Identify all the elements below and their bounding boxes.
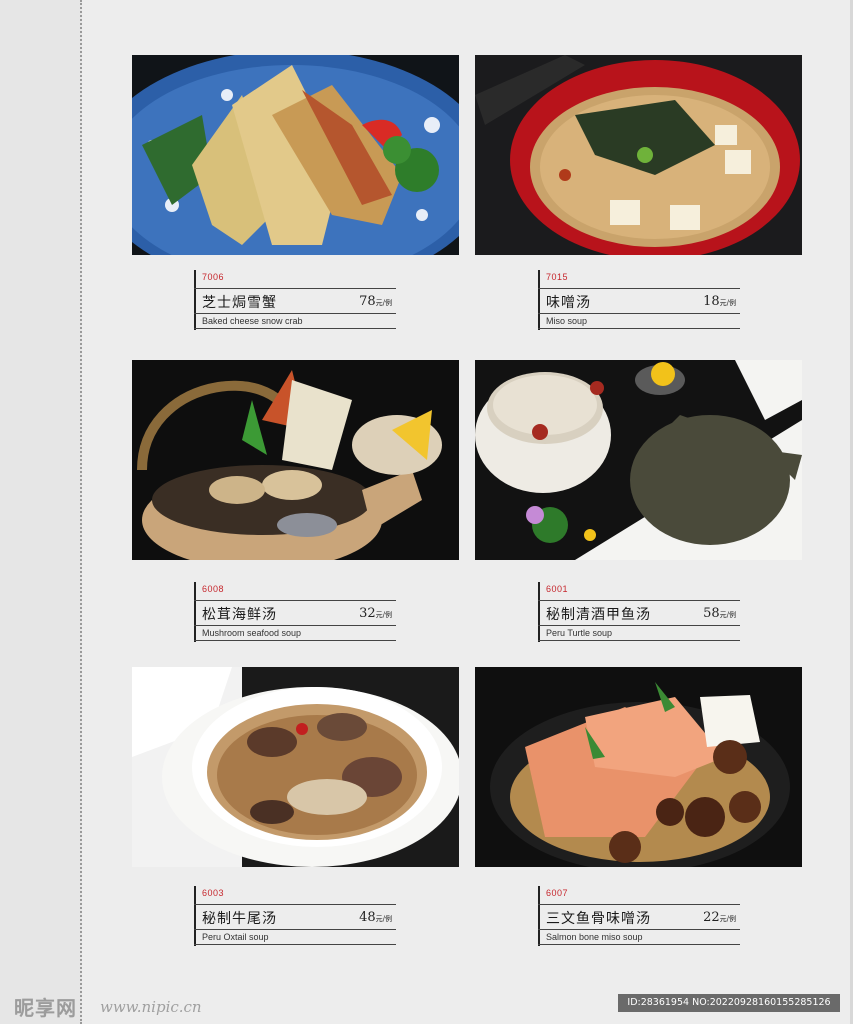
item-code: 7006 (202, 272, 225, 282)
label-miso: 7015 味噌汤 18元/例 Miso soup (538, 270, 740, 330)
item-code: 6008 (202, 584, 225, 594)
menu-item-crab (132, 55, 459, 255)
price: 32元/例 (359, 606, 392, 621)
item-code: 7015 (546, 272, 569, 282)
page-fold-dotted-line (80, 0, 82, 1024)
label-turtle: 6001 秘制清酒甲鱼汤 58元/例 Peru Turtle soup (538, 582, 740, 642)
dish-photo-crab (132, 55, 459, 255)
dish-name-en: Baked cheese snow crab (202, 316, 303, 326)
dish-photo-miso (475, 55, 802, 255)
price-value: 48 (359, 910, 376, 925)
menu-item-miso (475, 55, 802, 255)
dish-name-cn: 味噌汤 (546, 295, 591, 311)
divider (538, 640, 740, 641)
price-unit: 元/例 (719, 299, 736, 307)
dish-photo-mushroom-seafood (132, 360, 459, 560)
price-value: 58 (703, 606, 720, 621)
watermark-url: www.nipic.cn (100, 998, 202, 1016)
divider (538, 328, 740, 329)
menu-item-oxtail (132, 667, 459, 867)
price-value: 32 (359, 606, 376, 621)
label-oxtail: 6003 秘制牛尾汤 48元/例 Peru Oxtail soup (194, 886, 396, 946)
divider (538, 625, 740, 626)
price: 78元/例 (359, 294, 392, 309)
divider (194, 328, 396, 329)
label-bar (538, 886, 540, 946)
menu-item-mushroom-seafood (132, 360, 459, 560)
dish-name-en: Peru Oxtail soup (202, 932, 269, 942)
price-unit: 元/例 (375, 915, 392, 923)
dish-name-en: Salmon bone miso soup (546, 932, 643, 942)
dish-name-en: Mushroom seafood soup (202, 628, 302, 638)
dish-name-cn: 秘制牛尾汤 (202, 911, 277, 927)
dish-photo-salmon-bone (475, 667, 802, 867)
price-value: 78 (359, 294, 376, 309)
price-unit: 元/例 (719, 915, 736, 923)
divider (538, 600, 740, 601)
divider (194, 288, 396, 289)
divider (194, 313, 396, 314)
left-page-margin (0, 0, 82, 1024)
price-value: 22 (703, 910, 720, 925)
price: 48元/例 (359, 910, 392, 925)
price: 18元/例 (703, 294, 736, 309)
label-bar (538, 582, 540, 642)
item-code: 6003 (202, 888, 225, 898)
price-unit: 元/例 (375, 611, 392, 619)
label-salmon-bone: 6007 三文鱼骨味噌汤 22元/例 Salmon bone miso soup (538, 886, 740, 946)
dish-name-cn: 芝士焗雪蟹 (202, 295, 277, 311)
label-bar (538, 270, 540, 330)
watermark-id: ID:28361954 NO:20220928160155285126 (618, 994, 840, 1012)
divider (194, 929, 396, 930)
divider (194, 640, 396, 641)
item-code: 6007 (546, 888, 569, 898)
dish-photo-turtle (475, 360, 802, 560)
price-value: 18 (703, 294, 720, 309)
dish-name-cn: 松茸海鲜汤 (202, 607, 277, 623)
divider (194, 625, 396, 626)
price: 22元/例 (703, 910, 736, 925)
dish-name-en: Miso soup (546, 316, 588, 326)
watermark-logo: 昵享网 (14, 996, 77, 1020)
dish-name-en: Peru Turtle soup (546, 628, 613, 638)
menu-item-salmon-bone (475, 667, 802, 867)
divider (538, 313, 740, 314)
divider (194, 600, 396, 601)
item-code: 6001 (546, 584, 569, 594)
label-bar (194, 270, 196, 330)
menu-item-turtle (475, 360, 802, 560)
label-bar (194, 582, 196, 642)
divider (538, 929, 740, 930)
divider (194, 944, 396, 945)
dish-name-cn: 三文鱼骨味噌汤 (546, 911, 651, 927)
divider (538, 288, 740, 289)
price-unit: 元/例 (375, 299, 392, 307)
dish-name-cn: 秘制清酒甲鱼汤 (546, 607, 651, 623)
label-mushroom-seafood: 6008 松茸海鲜汤 32元/例 Mushroom seafood soup (194, 582, 396, 642)
price: 58元/例 (703, 606, 736, 621)
divider (194, 904, 396, 905)
dish-photo-oxtail (132, 667, 459, 867)
divider (538, 904, 740, 905)
price-unit: 元/例 (719, 611, 736, 619)
label-bar (194, 886, 196, 946)
label-crab: 7006 芝士焗雪蟹 78元/例 Baked cheese snow crab (194, 270, 396, 330)
divider (538, 944, 740, 945)
